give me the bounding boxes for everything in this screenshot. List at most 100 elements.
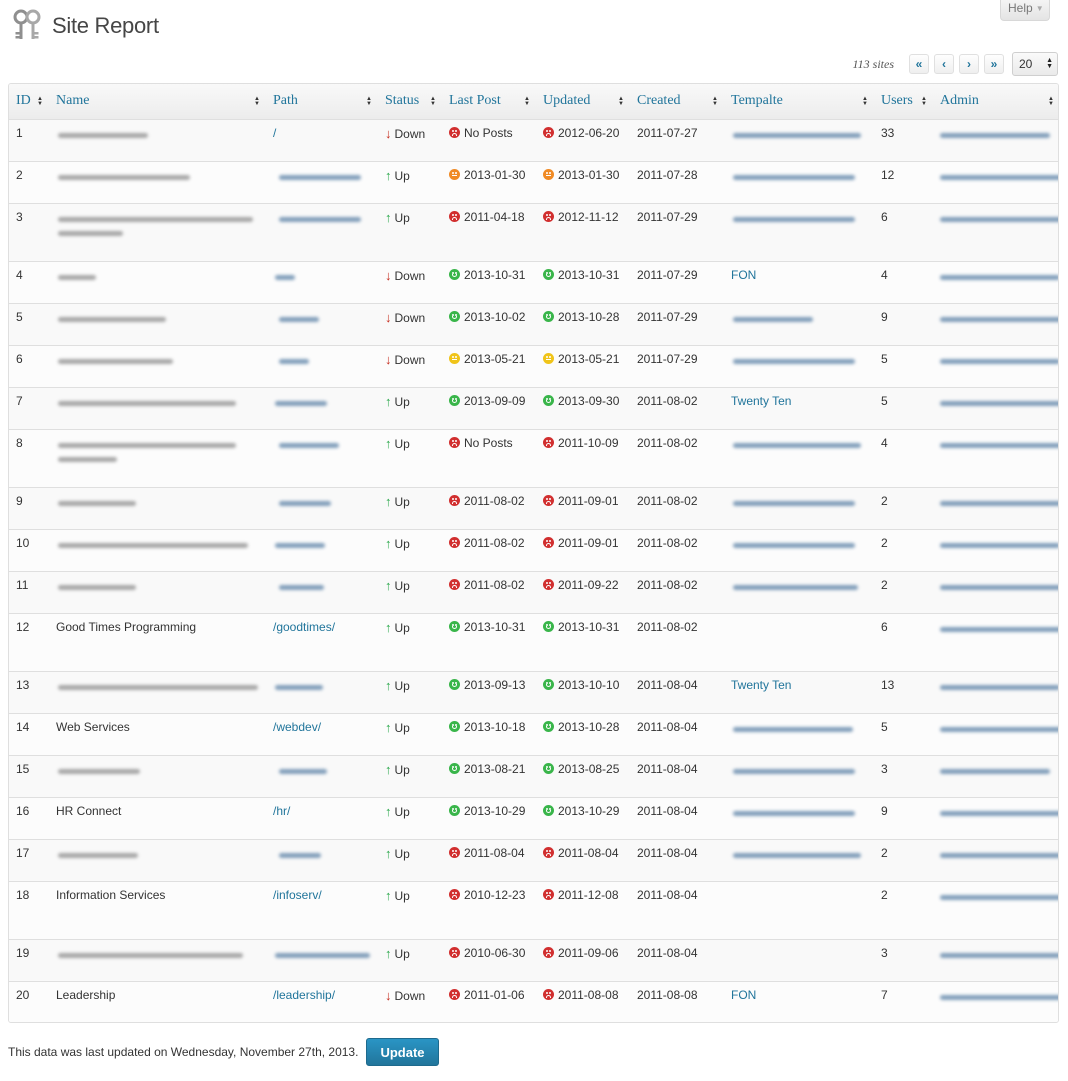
prev-page-button[interactable]: ‹ xyxy=(934,54,954,74)
cell-status: ↑ Up xyxy=(378,880,442,940)
column-header-users[interactable]: Users ▲ ▼ xyxy=(874,84,933,120)
help-tab-button[interactable]: Help ▼ xyxy=(1000,0,1050,21)
cell-template[interactable] xyxy=(724,938,874,982)
cell-template[interactable] xyxy=(724,428,874,488)
column-header-tempalte[interactable]: Tempalte ▲ ▼ xyxy=(724,84,874,120)
column-header-label: Tempalte xyxy=(731,93,783,109)
cell-path[interactable] xyxy=(266,302,378,346)
cell-path[interactable]: /leadership/ xyxy=(266,980,378,1022)
update-button[interactable]: Update xyxy=(366,1038,439,1066)
cell-template[interactable]: Twenty Ten xyxy=(724,386,874,430)
cell-last-post: 2013-10-29 xyxy=(442,796,536,840)
cell-template[interactable] xyxy=(724,570,874,614)
cell-template[interactable] xyxy=(724,796,874,840)
column-header-created[interactable]: Created ▲ ▼ xyxy=(630,84,724,120)
cell-admin[interactable] xyxy=(933,486,1058,530)
health-bad-icon xyxy=(543,578,554,590)
cell-admin[interactable] xyxy=(933,612,1058,672)
cell-admin[interactable] xyxy=(933,712,1058,756)
user-count: 4 xyxy=(881,267,888,282)
cell-template[interactable] xyxy=(724,344,874,388)
redacted-text xyxy=(279,442,339,448)
column-header-admin[interactable]: Admin ▲ ▼ xyxy=(933,84,1058,120)
cell-path[interactable] xyxy=(266,344,378,388)
cell-admin[interactable] xyxy=(933,880,1058,940)
cell-path[interactable] xyxy=(266,938,378,982)
site-name: Web Services xyxy=(56,719,130,734)
first-page-button[interactable]: « xyxy=(909,54,929,74)
cell-admin[interactable] xyxy=(933,344,1058,388)
cell-admin[interactable] xyxy=(933,160,1058,204)
cell-admin[interactable] xyxy=(933,386,1058,430)
column-header-id[interactable]: ID ▲ ▼ xyxy=(9,84,49,120)
cell-admin[interactable] xyxy=(933,796,1058,840)
cell-template[interactable] xyxy=(724,754,874,798)
column-header-status[interactable]: Status ▲ ▼ xyxy=(378,84,442,120)
cell-template[interactable] xyxy=(724,202,874,262)
cell-path[interactable] xyxy=(266,838,378,882)
cell-template[interactable] xyxy=(724,302,874,346)
cell-path[interactable] xyxy=(266,386,378,430)
cell-status: ↑ Up xyxy=(378,612,442,672)
cell-admin[interactable] xyxy=(933,754,1058,798)
cell-path[interactable]: /infoserv/ xyxy=(266,880,378,940)
last-post-date: 2013-08-21 xyxy=(464,761,526,776)
arrow-up-icon: ↑ xyxy=(385,167,392,183)
cell-template[interactable] xyxy=(724,712,874,756)
cell-path[interactable] xyxy=(266,160,378,204)
cell-admin[interactable] xyxy=(933,838,1058,882)
cell-path[interactable] xyxy=(266,428,378,488)
cell-admin[interactable] xyxy=(933,302,1058,346)
cell-template[interactable]: FON xyxy=(724,980,874,1022)
health-good-icon xyxy=(449,620,460,632)
table-row: 13 ↑ Up 2013-09-13 2013-10-10 2011-08-04 Twent… xyxy=(9,670,1058,714)
cell-path[interactable] xyxy=(266,670,378,714)
cell-path[interactable]: /webdev/ xyxy=(266,712,378,756)
cell-template[interactable]: FON xyxy=(724,260,874,304)
column-header-updated[interactable]: Updated ▲ ▼ xyxy=(536,84,630,120)
health-bad-icon xyxy=(449,846,460,858)
cell-updated: 2011-09-01 xyxy=(536,528,630,572)
cell-template[interactable] xyxy=(724,486,874,530)
column-header-path[interactable]: Path ▲ ▼ xyxy=(266,84,378,120)
per-page-select[interactable]: 20 ▲ ▼ xyxy=(1012,52,1058,76)
cell-path[interactable] xyxy=(266,570,378,614)
user-count: 7 xyxy=(881,987,888,1002)
cell-path[interactable]: /goodtimes/ xyxy=(266,612,378,672)
cell-admin[interactable] xyxy=(933,528,1058,572)
user-count: 3 xyxy=(881,945,888,960)
last-page-button[interactable]: » xyxy=(984,54,1004,74)
cell-template[interactable] xyxy=(724,838,874,882)
cell-template[interactable]: Twenty Ten xyxy=(724,670,874,714)
cell-path[interactable]: / xyxy=(266,118,378,162)
cell-template[interactable] xyxy=(724,528,874,572)
cell-path[interactable]: /hr/ xyxy=(266,796,378,840)
cell-path[interactable] xyxy=(266,202,378,262)
cell-path[interactable] xyxy=(266,260,378,304)
cell-admin[interactable] xyxy=(933,980,1058,1022)
cell-admin[interactable] xyxy=(933,570,1058,614)
cell-name xyxy=(49,838,266,882)
cell-admin[interactable] xyxy=(933,428,1058,488)
cell-path[interactable] xyxy=(266,528,378,572)
updated-date: 2013-10-28 xyxy=(558,309,620,324)
cell-template[interactable] xyxy=(724,880,874,940)
cell-template[interactable] xyxy=(724,612,874,672)
cell-last-post: 2011-08-02 xyxy=(442,570,536,614)
column-header-name[interactable]: Name ▲ ▼ xyxy=(49,84,266,120)
next-page-button[interactable]: › xyxy=(959,54,979,74)
cell-admin[interactable] xyxy=(933,202,1058,262)
redacted-text xyxy=(733,542,855,548)
cell-path[interactable] xyxy=(266,486,378,530)
column-header-last-post[interactable]: Last Post ▲ ▼ xyxy=(442,84,536,120)
cell-id: 17 xyxy=(9,838,49,882)
cell-template[interactable] xyxy=(724,160,874,204)
cell-template[interactable] xyxy=(724,118,874,162)
cell-admin[interactable] xyxy=(933,118,1058,162)
user-count: 9 xyxy=(881,803,888,818)
last-post-date: 2010-06-30 xyxy=(464,945,526,960)
cell-admin[interactable] xyxy=(933,938,1058,982)
cell-admin[interactable] xyxy=(933,670,1058,714)
cell-admin[interactable] xyxy=(933,260,1058,304)
cell-path[interactable] xyxy=(266,754,378,798)
